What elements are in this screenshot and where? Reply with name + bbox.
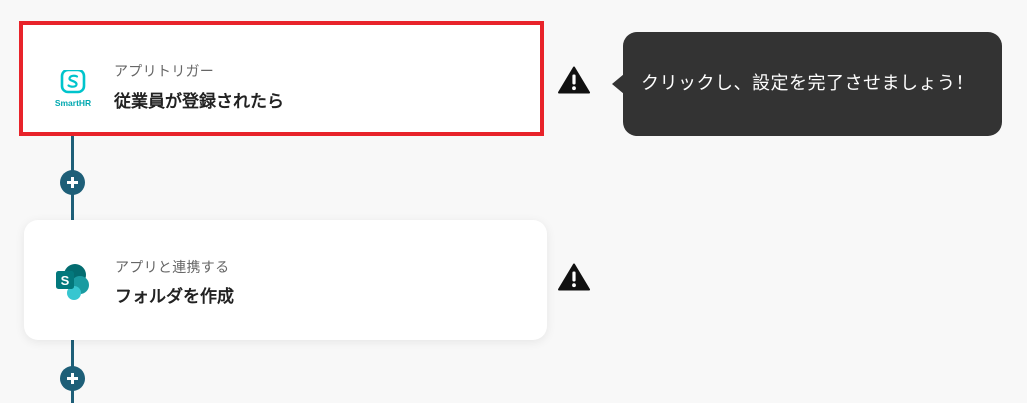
warning-icon <box>558 66 590 94</box>
action-step-card[interactable]: S アプリと連携する フォルダを作成 <box>24 220 547 340</box>
smarthr-logo-icon: SmartHR <box>51 68 95 110</box>
svg-text:S: S <box>61 273 70 288</box>
setup-hint-tooltip: クリックし、設定を完了させましょう！ <box>623 32 1002 136</box>
plus-icon <box>67 177 78 188</box>
svg-text:SmartHR: SmartHR <box>55 98 91 108</box>
step-type-label: アプリトリガー <box>114 64 215 80</box>
step-title: 従業員が登録されたら <box>114 92 284 112</box>
plus-icon <box>67 373 78 384</box>
sharepoint-logo-icon: S <box>53 262 93 302</box>
add-step-button[interactable] <box>60 366 85 391</box>
step-type-label: アプリと連携する <box>115 260 230 276</box>
warning-icon <box>558 263 590 291</box>
add-step-button[interactable] <box>60 170 85 195</box>
step-title: フォルダを作成 <box>115 287 234 307</box>
trigger-step-card[interactable]: SmartHR アプリトリガー 従業員が登録されたら <box>19 21 544 136</box>
